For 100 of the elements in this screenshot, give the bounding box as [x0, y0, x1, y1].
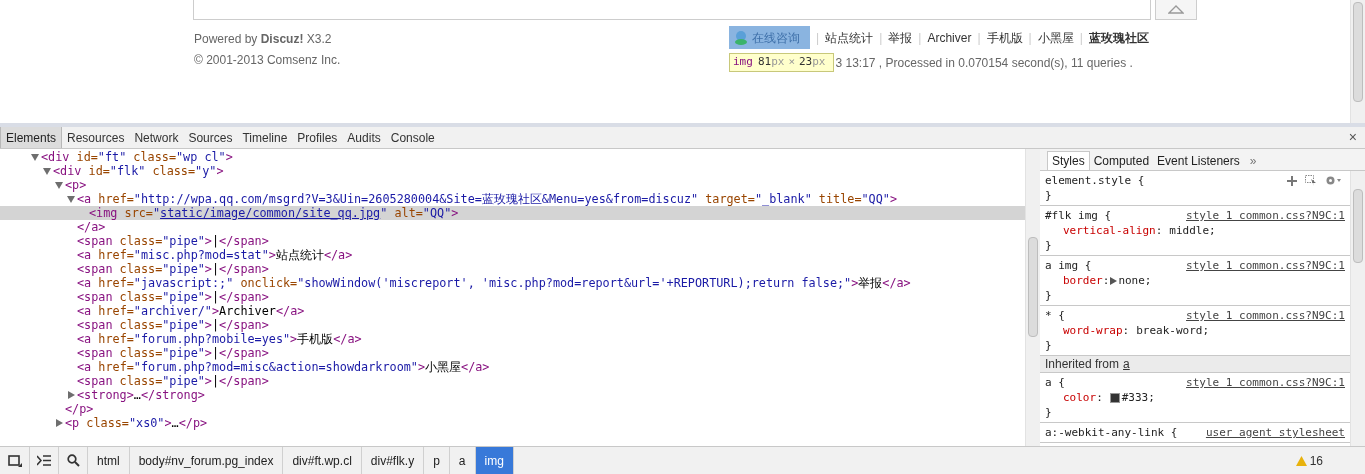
devtools-tab[interactable]: Console — [385, 127, 440, 148]
breadcrumb-item[interactable]: img — [475, 447, 514, 474]
stylesheet-link[interactable]: style 1 common.css?N9C:1 — [1186, 208, 1345, 223]
dom-node-line: <span class="pipe">|</span> — [77, 290, 269, 304]
expanded-triangle-icon[interactable] — [67, 195, 75, 203]
footer-link[interactable]: 手机版 — [986, 28, 1023, 47]
dom-closing-tag: </p> — [65, 402, 94, 416]
dom-node-line: <div id="flk" class="y"> — [53, 164, 224, 178]
dom-node-row[interactable]: <a href="archiver/">Archiver</a> — [0, 304, 1025, 318]
warning-count[interactable]: 16 — [1309, 451, 1323, 470]
closing-brace: } — [1045, 338, 1052, 353]
dom-node-row[interactable]: <strong>…</strong> — [0, 388, 1025, 402]
dom-node-line: <p class="xs0">…</p> — [65, 416, 208, 430]
breadcrumb-item[interactable]: p — [424, 447, 450, 474]
dom-node-line: <span class="pipe">|</span> — [77, 346, 269, 360]
more-tabs-button[interactable]: » — [1243, 151, 1263, 170]
elements-scrollbar[interactable] — [1025, 149, 1040, 446]
dom-node-row[interactable]: <a href="misc.php?mod=stat">站点统计</a> — [0, 248, 1025, 262]
dom-closing-tag: </a> — [77, 220, 106, 234]
powered-by-text: Powered by Discuz! X3.2 — [194, 31, 333, 48]
dom-node-row[interactable]: <span class="pipe">|</span> — [0, 262, 1025, 276]
footer-link[interactable]: Archiver — [927, 28, 972, 47]
css-selector: a img { — [1045, 258, 1092, 273]
dom-node-row[interactable]: <span class="pipe">|</span> — [0, 234, 1025, 248]
expanded-triangle-icon[interactable] — [31, 153, 39, 161]
css-selector: a { — [1045, 375, 1065, 390]
expanded-triangle-icon[interactable] — [43, 167, 51, 175]
sidebar-tab[interactable]: Event Listeners — [1153, 151, 1244, 170]
stylesheet-link[interactable]: user agent stylesheet — [1205, 425, 1345, 440]
css-declaration[interactable]: color: #333; — [1045, 390, 1345, 405]
devtools-tab[interactable]: Audits — [342, 127, 386, 148]
page-scrollbar[interactable] — [1350, 0, 1365, 123]
css-selector: * { — [1045, 308, 1065, 323]
closing-brace: } — [1045, 188, 1052, 203]
dom-node-row[interactable]: <p> — [0, 178, 1025, 192]
closing-brace: } — [1045, 238, 1052, 253]
dom-node-row[interactable]: <a href="javascript:;" onclick="showWindow('miscreport', 'misc.php?mod=report&url='+REPORTURL);return false;">举报</a> — [0, 276, 1025, 290]
expand-triangle-icon[interactable] — [1110, 276, 1118, 285]
footer-link[interactable]: 蓝玫瑰社区 — [1088, 28, 1149, 47]
element-state-icon[interactable] — [1305, 175, 1317, 186]
up-arrow-icon — [1168, 5, 1184, 14]
dom-node-row[interactable]: <a href="forum.php?mod=misc&action=showdarkroom">小黑屋</a> — [0, 360, 1025, 374]
prompt-lines-icon — [37, 455, 51, 466]
dom-node-row[interactable]: <div id="flk" class="y"> — [0, 164, 1025, 178]
stylesheet-link[interactable]: style 1 common.css?N9C:1 — [1186, 375, 1345, 390]
search-icon — [66, 454, 80, 467]
css-declaration[interactable]: word-wrap: break-word; — [1045, 323, 1345, 338]
dom-node-line: <span class="pipe">|</span> — [77, 374, 269, 388]
qq-penguin-icon — [733, 29, 749, 46]
separator: | — [879, 29, 883, 47]
collapsed-triangle-icon[interactable] — [55, 419, 63, 427]
dom-node-row[interactable]: <span class="pipe">|</span> — [0, 346, 1025, 360]
breadcrumb-item[interactable]: div#ft.wp.cl — [283, 447, 362, 474]
close-button[interactable]: × — [1348, 127, 1357, 148]
closing-brace: } — [1045, 405, 1052, 420]
color-swatch[interactable] — [1109, 392, 1120, 403]
footer-link[interactable]: 小黑屋 — [1037, 28, 1074, 47]
devtools-tab[interactable]: Elements — [0, 127, 63, 148]
styles-scrollbar[interactable] — [1350, 171, 1365, 446]
dom-node-row[interactable]: <div id="ft" class="wp cl"> — [0, 150, 1025, 164]
closing-brace: } — [1045, 288, 1052, 303]
dom-node-row[interactable]: <span class="pipe">|</span> — [0, 374, 1025, 388]
expanded-triangle-icon[interactable] — [55, 181, 63, 189]
dom-node-line: <a href="misc.php?mod=stat">站点统计</a> — [77, 248, 353, 262]
devtools-tab[interactable]: Profiles — [292, 127, 343, 148]
css-selector: element.style { — [1045, 173, 1145, 188]
footer-link[interactable]: 站点统计 — [825, 28, 874, 47]
css-declaration[interactable]: vertical-align: middle; — [1045, 223, 1345, 238]
breadcrumb-item[interactable]: body#nv_forum.pg_index — [129, 447, 284, 474]
dom-node-row[interactable]: <img src="static/image/common/site_qq.jpg" alt="QQ"> — [0, 206, 1025, 220]
stylesheet-link[interactable]: style 1 common.css?N9C:1 — [1186, 258, 1345, 273]
sidebar-tab[interactable]: Computed — [1089, 151, 1154, 170]
settings-icon[interactable] — [1325, 175, 1341, 186]
dock-icon — [7, 454, 22, 467]
dom-node-row[interactable]: <span class="pipe">|</span> — [0, 318, 1025, 332]
dom-node-row[interactable]: <a href="forum.php?mobile=yes">手机版</a> — [0, 332, 1025, 346]
breadcrumb-item[interactable]: a — [449, 447, 476, 474]
dom-node-row[interactable]: <a href="http://wpa.qq.com/msgrd?V=3&Uin=2605280004&Site=蓝玫瑰社区&Menu=yes&from=discuz" target="_blank" title="QQ"> — [0, 192, 1025, 206]
stylesheet-link[interactable]: style 1 common.css?N9C:1 — [1186, 308, 1345, 323]
size-tooltip: img 81px × 23px — [729, 53, 834, 72]
separator: | — [977, 29, 981, 47]
devtools-tab[interactable]: Timeline — [237, 127, 293, 148]
collapsed-triangle-icon[interactable] — [67, 391, 75, 399]
inherited-element-link[interactable]: a — [1123, 355, 1130, 373]
dom-node-row[interactable]: <p class="xs0">…</p> — [0, 416, 1025, 430]
devtools-tab[interactable]: Network — [129, 127, 184, 148]
footer-link[interactable]: 举报 — [888, 28, 913, 47]
dom-node-row[interactable]: <span class="pipe">|</span> — [0, 290, 1025, 304]
plus-icon[interactable] — [1287, 175, 1297, 186]
dom-node-line: <a href="forum.php?mod=misc&action=showdarkroom">小黑屋</a> — [77, 360, 490, 374]
breadcrumb-item[interactable]: html — [88, 447, 130, 474]
css-selector: a:-webkit-any-link { — [1045, 425, 1178, 440]
warning-icon — [1295, 455, 1307, 466]
devtools-tab[interactable]: Sources — [183, 127, 238, 148]
devtools-tab[interactable]: Resources — [62, 127, 130, 148]
dom-node-line: <a href="archiver/">Archiver</a> — [77, 304, 305, 318]
separator: | — [1028, 29, 1032, 47]
sidebar-tab[interactable]: Styles — [1047, 151, 1090, 170]
breadcrumb-item[interactable]: div#flk.y — [361, 447, 425, 474]
css-declaration[interactable]: border: none; — [1045, 273, 1345, 288]
